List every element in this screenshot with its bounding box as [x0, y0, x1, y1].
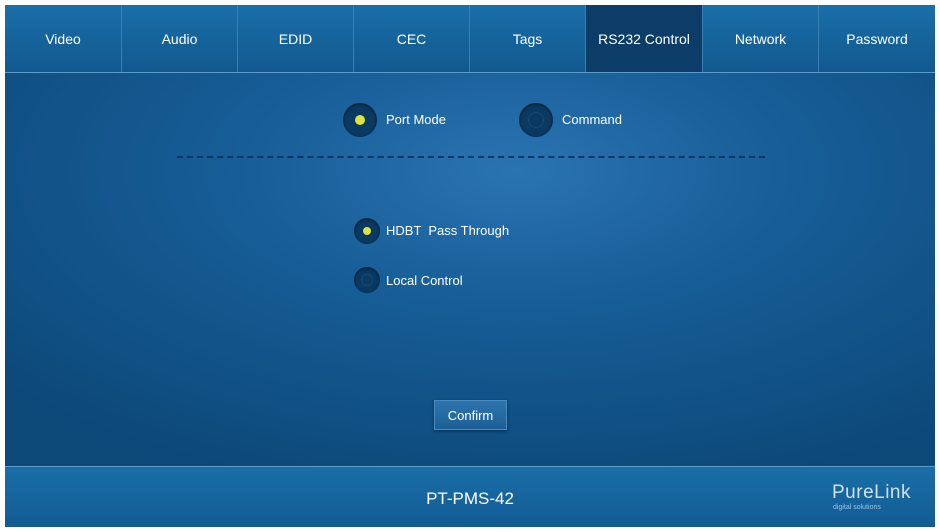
tab-network[interactable]: Network [703, 5, 819, 72]
command-radio[interactable] [519, 103, 553, 137]
radio-unselected-ring [361, 274, 373, 286]
logo-text: PureLink [832, 482, 911, 503]
tab-tags[interactable]: Tags [470, 5, 586, 72]
confirm-button[interactable]: Confirm [434, 400, 507, 430]
model-name: PT-PMS-42 [426, 489, 514, 508]
tab-cec[interactable]: CEC [354, 5, 470, 72]
port-mode-radio[interactable] [343, 103, 377, 137]
hdbt-pass-through-radio[interactable] [354, 218, 380, 244]
purelink-logo: PureLink digital solutions [832, 483, 911, 512]
rs232-control-panel: Port Mode Command HDBT Pass Through Loca… [5, 73, 935, 466]
logo-subtext: digital solutions [833, 504, 881, 511]
tab-password[interactable]: Password [819, 5, 935, 72]
tab-audio[interactable]: Audio [122, 5, 238, 72]
tab-rs232-control[interactable]: RS232 Control [586, 5, 703, 72]
app-window: Video Audio EDID CEC Tags RS232 Control … [5, 5, 935, 527]
local-control-radio[interactable] [354, 267, 380, 293]
command-label: Command [562, 112, 622, 127]
dashed-divider [177, 156, 765, 158]
radio-selected-dot [355, 115, 365, 125]
radio-unselected-ring [528, 112, 544, 128]
port-mode-label: Port Mode [386, 112, 446, 127]
local-control-label: Local Control [386, 273, 463, 288]
tab-video[interactable]: Video [5, 5, 122, 72]
radio-selected-dot [363, 227, 371, 235]
tab-edid[interactable]: EDID [238, 5, 354, 72]
hdbt-pass-through-label: HDBT Pass Through [386, 223, 510, 238]
tab-bar: Video Audio EDID CEC Tags RS232 Control … [5, 5, 935, 73]
footer: PT-PMS-42 PureLink digital solutions [5, 466, 935, 527]
